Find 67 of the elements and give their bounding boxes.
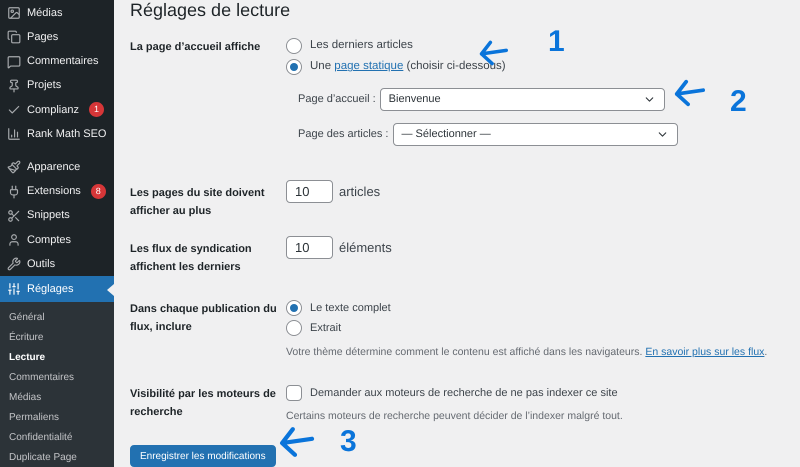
radio-button[interactable] <box>286 320 302 336</box>
bar-chart-icon <box>7 127 21 142</box>
image-icon <box>7 6 21 20</box>
submenu-item[interactable]: Permaliens <box>0 407 114 428</box>
radio-button[interactable] <box>286 38 302 54</box>
radio-label: Extrait <box>310 320 342 336</box>
description-text: Certains moteurs de recherche peuvent décider de l’indexer malgré tout. <box>286 409 623 424</box>
submenu-item[interactable]: Médias <box>0 387 114 408</box>
number-field[interactable]: 10 <box>286 180 333 203</box>
setting-label: Dans chaque publication du flux, inclure <box>130 302 278 335</box>
submenu-item[interactable]: Général <box>0 307 114 328</box>
save-button[interactable]: Enregistrer les modifications <box>130 445 276 467</box>
paintbrush-icon <box>7 160 21 174</box>
plug-icon <box>7 184 21 199</box>
pages-icon <box>7 30 21 44</box>
sidebar-item[interactable]: Complianz 1 <box>0 98 114 122</box>
sidebar-item[interactable]: Extensions 8 <box>0 179 114 204</box>
unit-label: éléments <box>339 238 392 257</box>
handwritten-number: 2 <box>730 86 747 118</box>
wrench-icon <box>7 257 21 272</box>
sidebar-item[interactable]: Rank Math SEO <box>0 122 114 146</box>
sidebar-item[interactable]: Médias <box>0 1 114 26</box>
radio-button[interactable] <box>286 300 302 316</box>
submenu-item[interactable]: Confidentialité <box>0 427 114 448</box>
submenu-item[interactable]: Écriture <box>0 327 114 348</box>
submenu-item[interactable]: Commentaires <box>0 367 114 388</box>
setting-label: Visibilité par les moteurs de recherche <box>130 386 277 420</box>
speech-bubble-icon <box>7 54 21 68</box>
sidebar-item[interactable]: Snippets <box>0 204 114 228</box>
setting-label: La page d’accueil affiche <box>130 40 262 55</box>
settings-icon <box>7 282 21 296</box>
setting-label: Les pages du site doivent afficher au plus <box>130 186 266 219</box>
sidebar-item[interactable]: Apparence <box>0 155 114 180</box>
sidebar-item[interactable]: Outils <box>0 252 114 276</box>
setting-label: Les flux de syndication affichent les derniers <box>130 242 253 275</box>
dropdown-select[interactable]: — Sélectionner — <box>392 123 678 146</box>
unit-label: articles <box>339 182 380 201</box>
hand-drawn-arrow <box>277 426 315 458</box>
hand-drawn-arrow <box>673 78 705 108</box>
dropdown-select[interactable]: Bienvenue <box>380 88 665 111</box>
sidebar-item[interactable]: Pages <box>0 25 114 50</box>
count-badge: 1 <box>88 102 104 118</box>
submenu-item[interactable]: Duplicate Page <box>0 447 114 467</box>
submenu-item[interactable]: Lecture <box>0 347 114 368</box>
select-label: Page d’accueil : <box>298 92 376 108</box>
feeds-link[interactable]: En savoir plus sur les flux <box>645 346 764 358</box>
sidebar-item[interactable]: Projets <box>0 74 114 98</box>
checkbox-label: Demander aux moteurs de recherche de ne pas indexer ce site <box>310 386 618 401</box>
handwritten-number: 1 <box>548 26 565 58</box>
checkbox[interactable] <box>286 385 302 401</box>
page-link[interactable]: page statique <box>334 60 404 72</box>
scissors-icon <box>7 208 21 223</box>
sidebar-item[interactable]: Commentaires <box>0 49 114 74</box>
radio-button[interactable] <box>286 59 302 75</box>
page-title: Réglages de lecture <box>130 0 292 20</box>
count-badge: 8 <box>90 184 106 200</box>
pin-icon <box>7 78 21 93</box>
sidebar-item[interactable]: Comptes <box>0 228 114 252</box>
description-text: Votre thème détermine comment le contenu est affiché dans les navigateurs. En savoir plus sur les flux. <box>286 345 768 360</box>
radio-label: Une page statique (choisir ci-dessous) <box>310 59 506 74</box>
number-field[interactable]: 10 <box>286 236 333 259</box>
radio-label: Le texte complet <box>310 300 391 316</box>
radio-label: Les derniers articles <box>310 38 413 54</box>
select-label: Page des articles : <box>298 127 388 142</box>
handwritten-number: 3 <box>340 426 357 458</box>
sidebar-item[interactable]: Réglages <box>0 276 114 302</box>
user-icon <box>7 232 21 247</box>
